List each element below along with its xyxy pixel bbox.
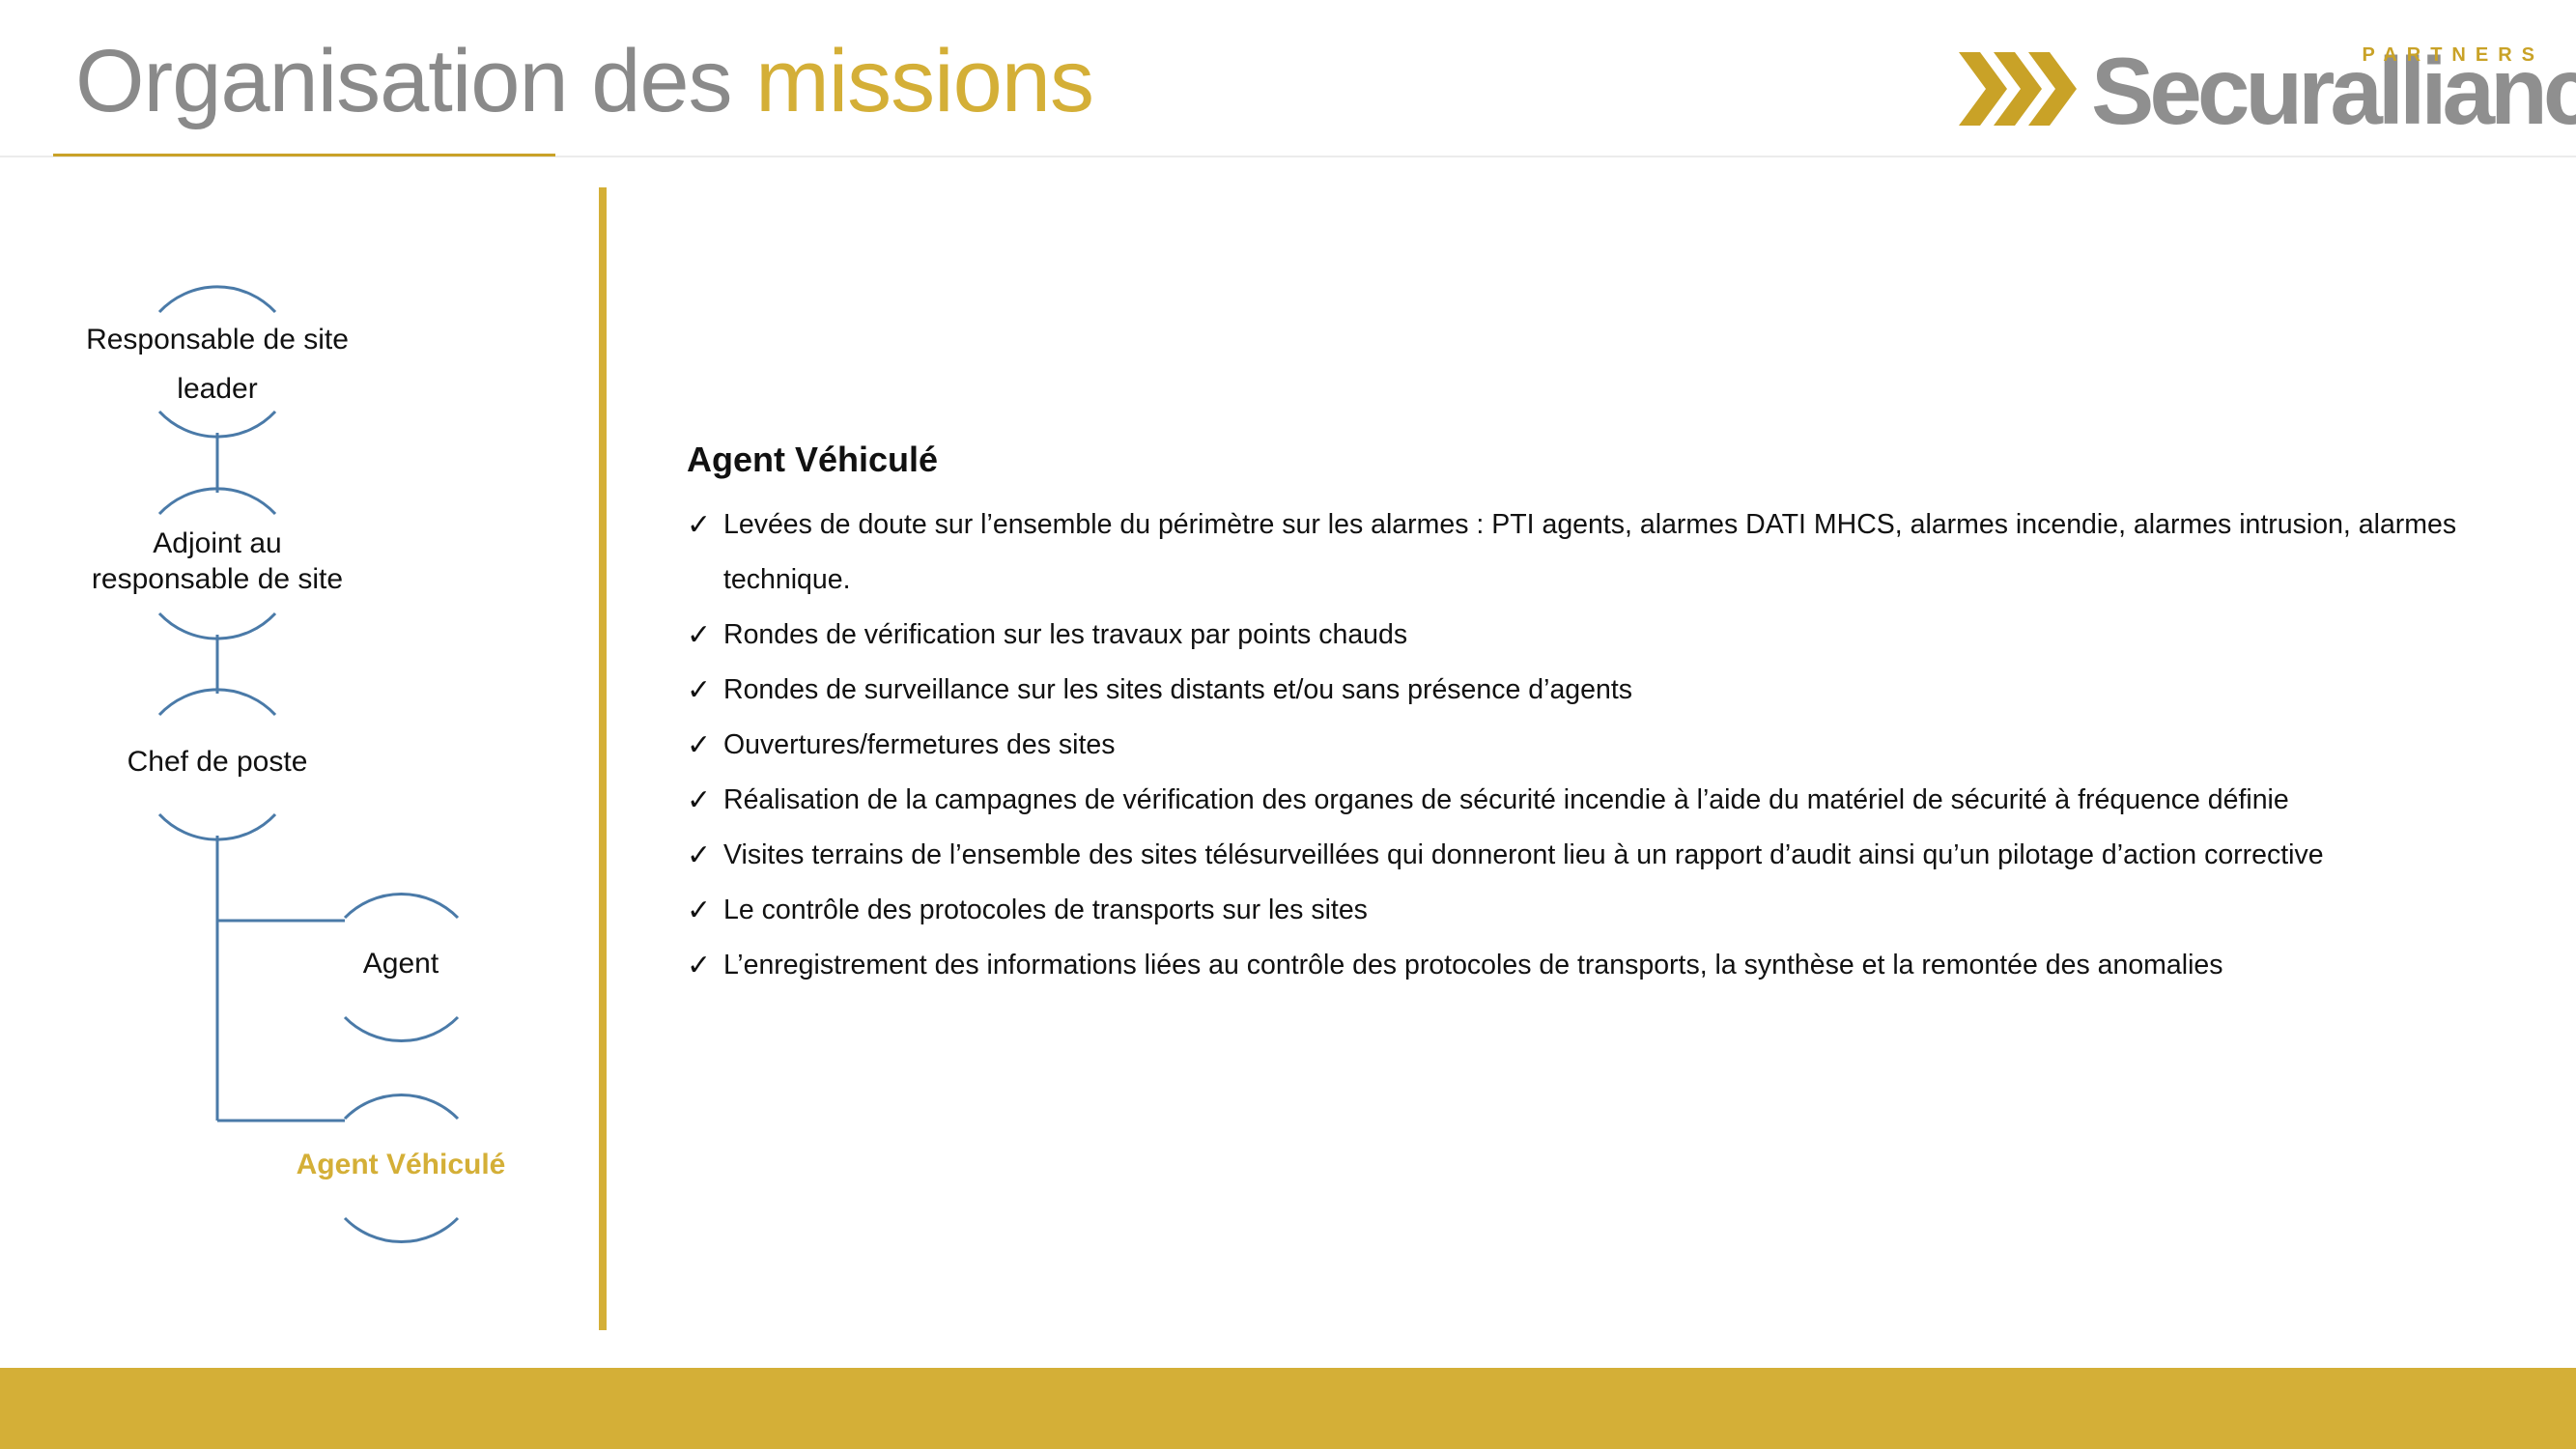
list-item-text: Réalisation de la campagnes de vérificat…: [723, 784, 2289, 815]
org-node-responsable: Responsable de site leader: [68, 315, 367, 413]
list-item: ✓ Visites terrains de l’ensemble des site…: [687, 828, 2522, 883]
check-icon: ✓: [687, 729, 712, 761]
connector-arc: [343, 1093, 460, 1121]
connector-arc: [343, 892, 460, 920]
org-node-label: Agent Véhiculé: [296, 1149, 506, 1180]
list-item-text: L’enregistrement des informations liées …: [723, 950, 2223, 980]
check-icon: ✓: [687, 895, 712, 926]
list-item: ✓ L’enregistrement des informations liées…: [687, 938, 2522, 993]
list-item: ✓ Ouvertures/fermetures des sites: [687, 718, 2522, 773]
list-item-text: Rondes de vérification sur les travaux p…: [723, 619, 1408, 650]
mission-list: ✓ Levées de doute sur l’ensemble du périm…: [687, 497, 2522, 993]
check-icon: ✓: [687, 509, 712, 541]
org-node-adjoint: Adjoint au responsable de site: [68, 526, 367, 597]
section-heading: Agent Véhiculé: [687, 440, 939, 479]
footer-band: [0, 1368, 2576, 1449]
org-node-label: Responsable de site: [86, 324, 349, 355]
org-node-label: Chef de poste: [127, 746, 308, 778]
list-item: ✓ Rondes de surveillance sur les sites di…: [687, 663, 2522, 718]
org-node-label: Agent: [362, 948, 439, 980]
list-item-text: Visites terrains de l’ensemble des sites…: [723, 839, 2324, 870]
check-icon: ✓: [687, 619, 712, 651]
logo: Securalliance PARTNERS: [1959, 38, 2576, 144]
org-node-label: Adjoint au: [153, 527, 282, 559]
check-icon: ✓: [687, 839, 712, 871]
check-icon: ✓: [687, 950, 712, 981]
org-node-chef: Chef de poste: [68, 743, 367, 781]
list-item-text: Levées de doute sur l’ensemble du périmè…: [723, 509, 2457, 595]
connector-arc: [343, 1216, 460, 1244]
list-item-text: Le contrôle des protocoles de transports…: [723, 895, 1368, 925]
list-item: ✓ Réalisation de la campagnes de vérifica…: [687, 773, 2522, 828]
list-item: ✓ Levées de doute sur l’ensemble du périm…: [687, 497, 2522, 608]
list-item: ✓ Rondes de vérification sur les travaux …: [687, 608, 2522, 663]
check-icon: ✓: [687, 784, 712, 816]
triple-chevron-icon: [1959, 52, 2077, 126]
org-node-label: responsable de site: [91, 563, 344, 595]
list-item-text: Ouvertures/fermetures des sites: [723, 729, 1116, 760]
connector-arc: [343, 1015, 460, 1043]
list-item: ✓ Le contrôle des protocoles de transport…: [687, 883, 2522, 938]
org-node-agent: Agent: [256, 945, 546, 983]
mission-content: Agent Véhiculé ✓ Levées de doute sur l’en…: [687, 440, 2522, 993]
list-item-text: Rondes de surveillance sur les sites dis…: [723, 674, 1633, 705]
org-node-label: leader: [177, 373, 258, 405]
check-icon: ✓: [687, 674, 712, 706]
page-title-part2: missions: [755, 32, 1094, 130]
logo-partners: PARTNERS: [2362, 44, 2544, 66]
slide: Organisation des missions Securalliance …: [0, 0, 2576, 1449]
connector-arc: [157, 285, 277, 314]
org-node-agent-vehicule: Agent Véhiculé: [256, 1146, 546, 1184]
